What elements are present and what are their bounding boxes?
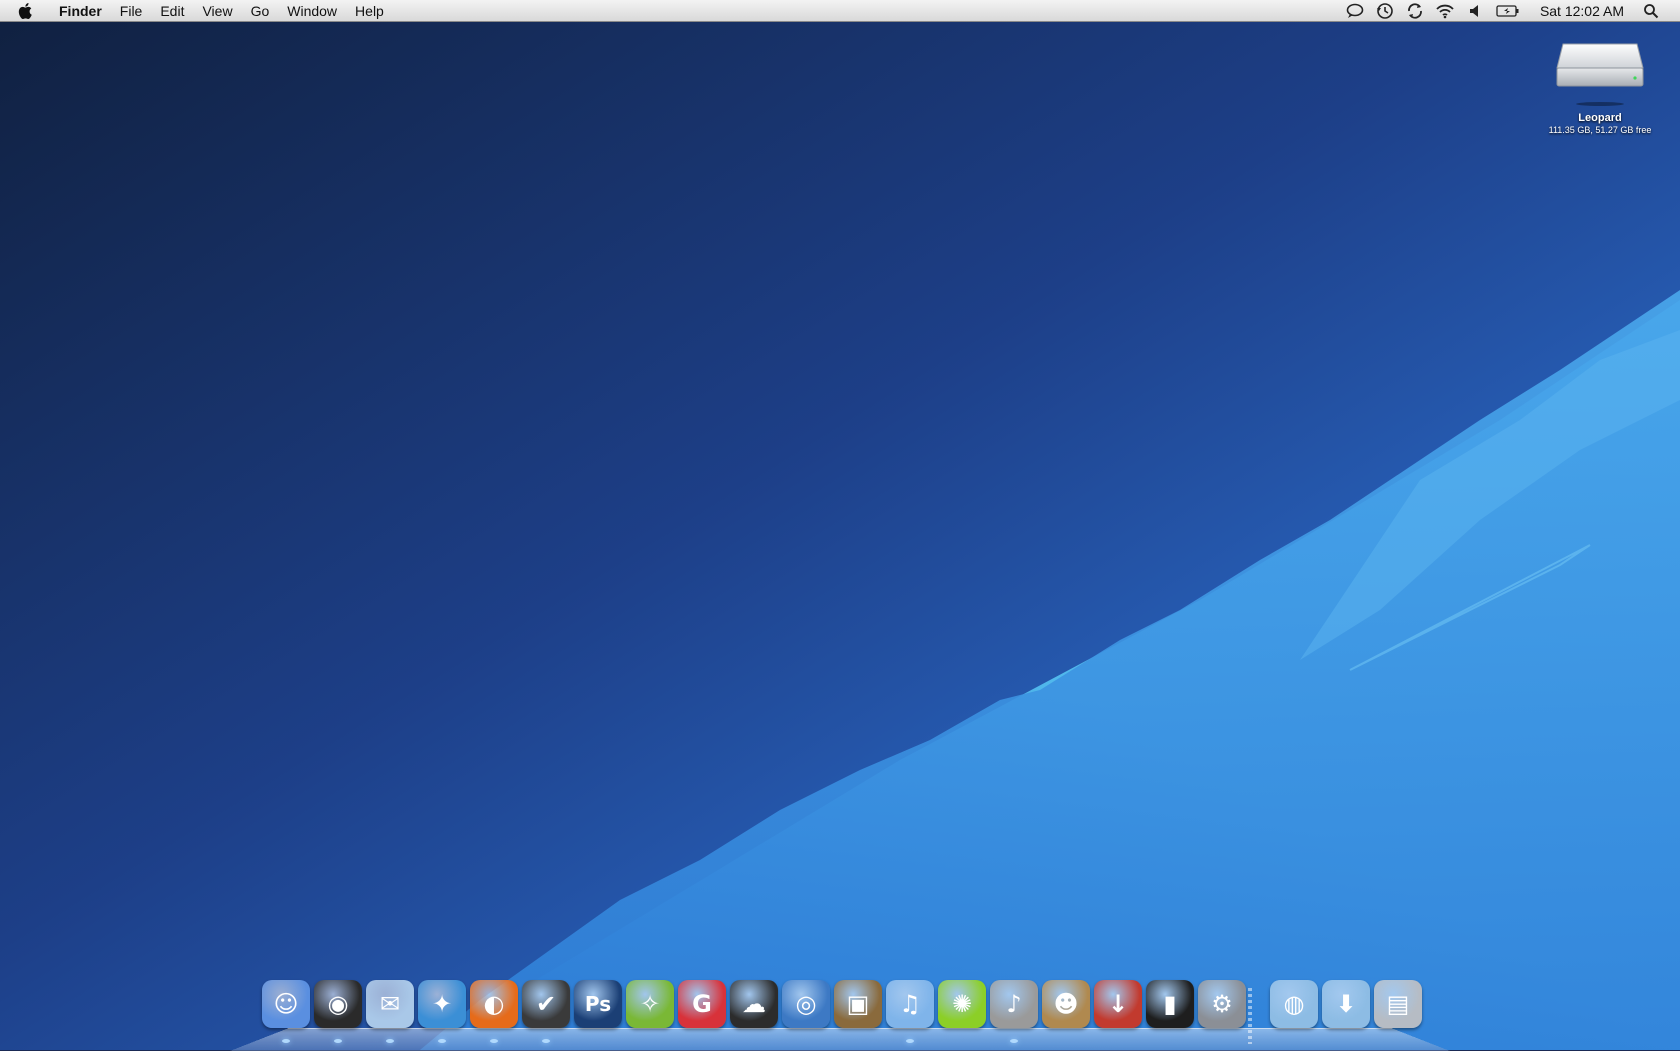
microphone-icon[interactable]: ♪ — [990, 980, 1038, 1028]
chat-bubble-icon[interactable] — [1345, 2, 1365, 20]
battery-icon[interactable] — [1495, 2, 1521, 20]
menu-window[interactable]: Window — [278, 0, 346, 22]
documents-folder-icon[interactable]: ◍ — [1270, 980, 1318, 1028]
running-indicator — [282, 1039, 290, 1043]
firefox-icon[interactable]: ◐ — [470, 980, 518, 1028]
ichat-icon[interactable]: ✔ — [522, 980, 570, 1028]
menu-view[interactable]: View — [193, 0, 241, 22]
desktop-wallpaper — [0, 0, 1680, 1050]
spotlight-icon[interactable] — [1641, 2, 1661, 20]
running-indicator — [386, 1039, 394, 1043]
dashboard-icon[interactable]: ◉ — [314, 980, 362, 1028]
disk-info: 111.35 GB, 51.27 GB free — [1548, 125, 1652, 135]
menu-go[interactable]: Go — [242, 0, 279, 22]
adobe-icon[interactable]: G — [678, 980, 726, 1028]
system-preferences-icon[interactable]: ⚙ — [1198, 980, 1246, 1028]
running-indicator — [334, 1039, 342, 1043]
mail-icon[interactable]: ✉ — [366, 980, 414, 1028]
transmission-icon[interactable]: ↓ — [1094, 980, 1142, 1028]
menu-file[interactable]: File — [111, 0, 152, 22]
itunes-icon[interactable]: ♫ — [886, 980, 934, 1028]
dock: ☺ ◉ ✉ ✦ ◐ ✔ Ps ✧ G ☁ ◎ ▣ ♫ ✺ ♪ ☻ ↓ ▮ ⚙ ◍ ⬇ ▤ — [230, 980, 1450, 1051]
wifi-icon[interactable] — [1435, 2, 1455, 20]
running-indicator — [906, 1039, 914, 1043]
app-menu-finder[interactable]: Finder — [50, 0, 111, 22]
time-machine-icon[interactable] — [1375, 2, 1395, 20]
burn-icon[interactable]: ☁ — [730, 980, 778, 1028]
running-indicator — [490, 1039, 498, 1043]
preview-icon[interactable]: ◎ — [782, 980, 830, 1028]
cyberduck-icon[interactable]: ☻ — [1042, 980, 1090, 1028]
volume-icon[interactable] — [1465, 2, 1485, 20]
sync-icon[interactable] — [1405, 2, 1425, 20]
dock-divider — [1248, 988, 1252, 1044]
running-indicator — [1010, 1039, 1018, 1043]
menu-help[interactable]: Help — [346, 0, 393, 22]
limewire-icon[interactable]: ✺ — [938, 980, 986, 1028]
downloads-folder-icon[interactable]: ⬇ — [1322, 980, 1370, 1028]
iphoto-icon[interactable]: ▣ — [834, 980, 882, 1028]
raygun-icon[interactable]: ✧ — [626, 980, 674, 1028]
notebook-icon[interactable]: ▮ — [1146, 980, 1194, 1028]
apple-menu-icon[interactable] — [18, 2, 36, 20]
running-indicator — [438, 1039, 446, 1043]
menu-clock[interactable]: Sat 12:02 AM — [1540, 3, 1624, 19]
menu-bar: Finder File Edit View Go Window Help Sat… — [0, 0, 1680, 22]
menu-edit[interactable]: Edit — [151, 0, 193, 22]
hard-drive-icon — [1556, 43, 1644, 106]
running-indicator — [542, 1039, 550, 1043]
finder-icon[interactable]: ☺ — [262, 980, 310, 1028]
dock-shelf — [230, 1028, 1450, 1051]
disk-name: Leopard — [1578, 112, 1622, 124]
photoshop-icon[interactable]: Ps — [574, 980, 622, 1028]
safari-icon[interactable]: ✦ — [418, 980, 466, 1028]
trash-icon[interactable]: ▤ — [1374, 980, 1422, 1028]
desktop-disk-leopard[interactable]: Leopard 111.35 GB, 51.27 GB free — [1530, 40, 1670, 135]
